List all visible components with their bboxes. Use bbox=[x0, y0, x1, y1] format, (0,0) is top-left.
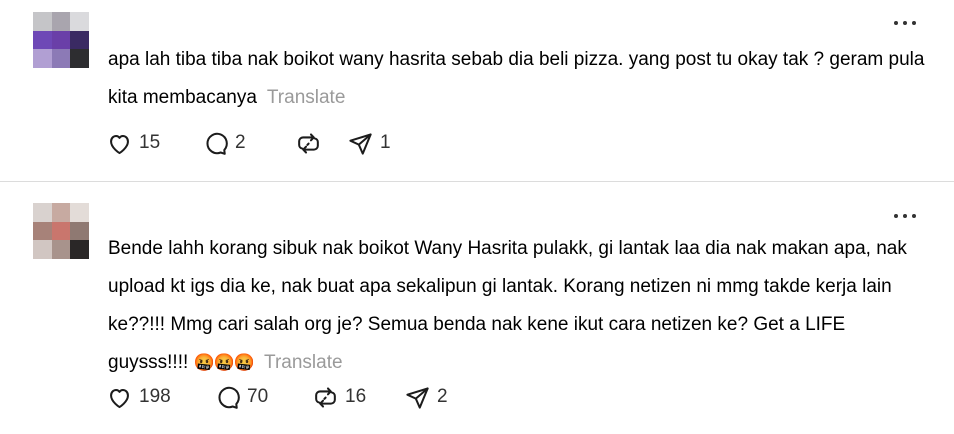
repost-button[interactable]: 16 bbox=[312, 382, 404, 412]
reply-post: Bende lahh korang sibuk nak boikot Wany … bbox=[0, 183, 954, 434]
divider bbox=[0, 181, 954, 182]
angry-emoji: 🤬🤬🤬 bbox=[193, 353, 256, 372]
repost-count: 16 bbox=[345, 386, 367, 407]
avatar-pixel bbox=[33, 240, 52, 259]
heart-icon bbox=[110, 134, 129, 154]
paper-plane-icon bbox=[406, 386, 429, 409]
action-bar: 15 2 1 bbox=[106, 128, 391, 158]
avatar[interactable] bbox=[33, 203, 89, 259]
post-text: apa lah tiba tiba nak boikot wany hasrit… bbox=[108, 49, 925, 108]
share-count: 2 bbox=[437, 386, 448, 407]
more-dots-icon[interactable] bbox=[894, 18, 916, 28]
like-count: 198 bbox=[139, 386, 171, 407]
heart-icon bbox=[110, 388, 129, 408]
avatar-pixel bbox=[70, 203, 89, 222]
avatar-pixel bbox=[33, 221, 52, 241]
thread-replies-feed: apa lah tiba tiba nak boikot wany hasrit… bbox=[0, 0, 954, 434]
translate-link[interactable]: Translate bbox=[264, 352, 343, 373]
avatar-pixel bbox=[51, 49, 71, 68]
avatar-pixel bbox=[70, 221, 89, 241]
more-dots-icon[interactable] bbox=[894, 211, 916, 221]
avatar-pixel bbox=[51, 240, 71, 259]
reply-button[interactable]: 70 bbox=[214, 382, 312, 412]
reply-count: 2 bbox=[235, 132, 246, 153]
reply-post: apa lah tiba tiba nak boikot wany hasrit… bbox=[0, 0, 954, 182]
avatar-pixel bbox=[33, 203, 52, 222]
avatar-pixel bbox=[51, 221, 71, 241]
avatar-pixel bbox=[51, 30, 71, 50]
like-count: 15 bbox=[139, 132, 161, 153]
post-body: Bende lahh korang sibuk nak boikot Wany … bbox=[108, 230, 928, 382]
repost-arrows-icon bbox=[298, 132, 319, 154]
speech-bubble-icon bbox=[218, 386, 240, 409]
share-button[interactable]: 1 bbox=[347, 128, 391, 158]
avatar-pixel bbox=[51, 12, 71, 31]
avatar-pixel bbox=[33, 12, 52, 31]
avatar-pixel bbox=[51, 203, 71, 222]
action-bar: 198 70 16 2 bbox=[106, 382, 448, 412]
like-button[interactable]: 198 bbox=[106, 382, 214, 412]
avatar-pixel bbox=[70, 240, 89, 259]
speech-bubble-icon bbox=[206, 132, 228, 155]
share-count: 1 bbox=[380, 132, 391, 153]
paper-plane-icon bbox=[349, 132, 372, 155]
avatar-pixel bbox=[33, 30, 52, 50]
share-button[interactable]: 2 bbox=[404, 382, 448, 412]
avatar-pixel bbox=[70, 30, 89, 50]
reply-count: 70 bbox=[247, 386, 269, 407]
reply-button[interactable]: 2 bbox=[202, 128, 295, 158]
avatar[interactable] bbox=[33, 12, 89, 68]
avatar-pixel bbox=[70, 49, 89, 68]
avatar-pixel bbox=[33, 49, 52, 68]
translate-link[interactable]: Translate bbox=[267, 87, 346, 108]
repost-arrows-icon bbox=[315, 386, 336, 408]
post-body: apa lah tiba tiba nak boikot wany hasrit… bbox=[108, 41, 928, 117]
avatar-pixel bbox=[70, 12, 89, 31]
like-button[interactable]: 15 bbox=[106, 128, 202, 158]
repost-button[interactable] bbox=[295, 128, 347, 158]
